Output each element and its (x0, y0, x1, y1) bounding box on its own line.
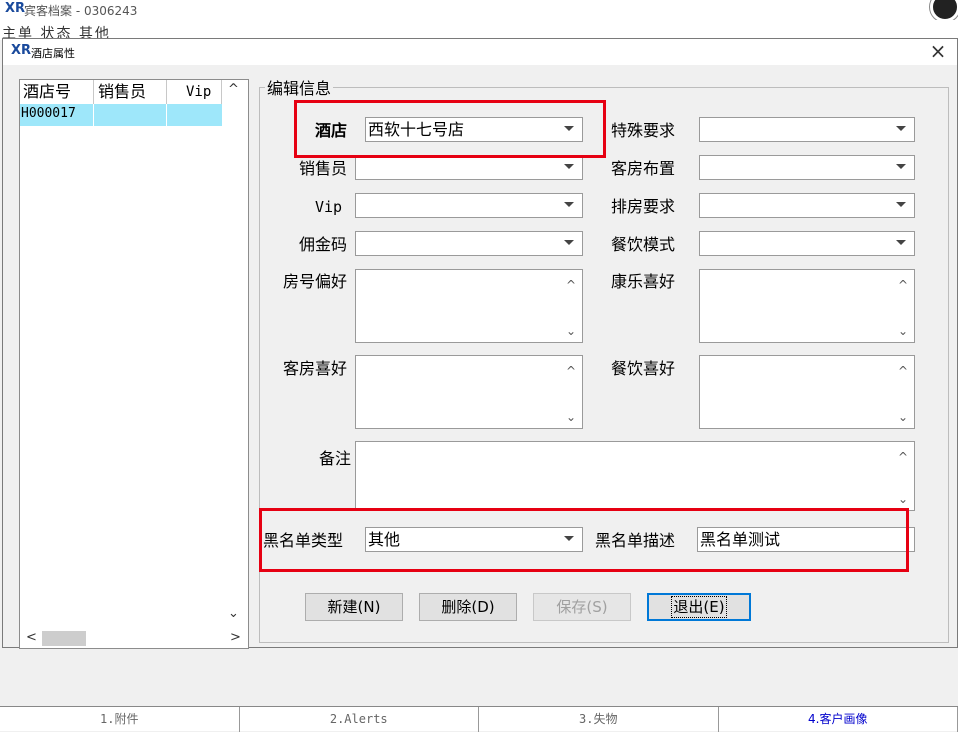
recreation-pref-label: 康乐喜好 (611, 272, 675, 292)
scroll-down-icon[interactable]: ⌄ (898, 410, 908, 424)
room-no-pref-memo[interactable]: ^ ⌄ (355, 269, 583, 343)
dining-mode-label: 餐饮模式 (611, 235, 675, 255)
dining-mode-select[interactable] (699, 231, 915, 256)
app-title: 宾客档案 - 0306243 (24, 2, 137, 19)
chevron-down-icon[interactable] (896, 164, 906, 169)
vertical-scrollbar[interactable]: ^ ⌄ (222, 80, 248, 625)
dialog-logo: XR (11, 43, 31, 58)
special-select[interactable] (699, 117, 915, 142)
close-icon[interactable]: × (928, 40, 948, 62)
room-pref-label: 客房喜好 (283, 359, 347, 379)
scroll-down-icon[interactable]: ⌄ (566, 410, 576, 424)
remark-memo[interactable]: ^ ⌄ (355, 441, 915, 511)
cell-hotel-no: H000017 (21, 106, 76, 121)
new-button[interactable]: 新建(N) (305, 593, 403, 621)
chevron-down-icon[interactable] (896, 126, 906, 131)
tab-alerts[interactable]: 2.Alerts (240, 707, 480, 732)
scroll-down-icon[interactable]: ⌄ (228, 606, 239, 621)
horizontal-scrollbar[interactable]: < > (20, 629, 248, 648)
scroll-thumb[interactable] (42, 631, 86, 646)
column-header-hotel-no[interactable]: 酒店号 (23, 80, 71, 104)
chevron-down-icon[interactable] (564, 202, 574, 207)
vip-select[interactable] (355, 193, 583, 218)
scroll-up-icon[interactable]: ^ (898, 450, 908, 464)
column-header-salesman[interactable]: 销售员 (98, 80, 146, 104)
annotation-box-blacklist (259, 508, 909, 572)
room-no-pref-label: 房号偏好 (283, 272, 347, 292)
dining-pref-label: 餐饮喜好 (611, 359, 675, 379)
commission-select[interactable] (355, 231, 583, 256)
scroll-up-icon[interactable]: ^ (898, 278, 908, 292)
room-layout-label: 客房布置 (611, 159, 675, 179)
cell-divider (93, 104, 94, 126)
chevron-down-icon[interactable] (564, 164, 574, 169)
scroll-down-icon[interactable]: ⌄ (566, 324, 576, 338)
delete-button[interactable]: 删除(D) (419, 593, 517, 621)
save-button[interactable]: 保存(S) (533, 593, 631, 621)
recreation-pref-memo[interactable]: ^ ⌄ (699, 269, 915, 343)
dining-pref-memo[interactable]: ^ ⌄ (699, 355, 915, 429)
app-logo: XR (5, 1, 25, 16)
bottom-tab-bar: 1.附件 2.Alerts 3.失物 4.客户画像 (0, 706, 958, 731)
room-layout-select[interactable] (699, 155, 915, 180)
scroll-up-icon[interactable]: ^ (228, 82, 239, 97)
group-legend: 编辑信息 (265, 75, 333, 99)
dialog-titlebar: XR 酒店属性 × (3, 39, 957, 65)
dialog-title: 酒店属性 (31, 45, 75, 61)
tab-customer-profile[interactable]: 4.客户画像 (719, 707, 958, 732)
scroll-left-icon[interactable]: < (26, 630, 37, 645)
chevron-down-icon[interactable] (564, 240, 574, 245)
remark-label: 备注 (319, 449, 351, 469)
commission-label: 佣金码 (299, 235, 347, 255)
column-header-vip[interactable]: Vip (186, 80, 211, 104)
scroll-up-icon[interactable]: ^ (566, 278, 576, 292)
room-arrange-label: 排房要求 (611, 197, 675, 217)
vip-label: Vip (315, 197, 342, 217)
room-arrange-select[interactable] (699, 193, 915, 218)
cell-divider (166, 104, 167, 126)
exit-button-label: 退出(E) (673, 598, 724, 616)
annotation-box-hotel (294, 100, 606, 158)
room-pref-memo[interactable]: ^ ⌄ (355, 355, 583, 429)
chevron-down-icon[interactable] (896, 202, 906, 207)
chevron-down-icon[interactable] (896, 240, 906, 245)
salesman-select[interactable] (355, 155, 583, 180)
scroll-up-icon[interactable]: ^ (566, 364, 576, 378)
scroll-down-icon[interactable]: ⌄ (898, 324, 908, 338)
exit-button[interactable]: 退出(E) (647, 593, 751, 621)
tab-attachments[interactable]: 1.附件 (0, 707, 240, 732)
salesman-label: 销售员 (299, 159, 347, 179)
special-label: 特殊要求 (611, 121, 675, 141)
scroll-down-icon[interactable]: ⌄ (898, 492, 908, 506)
scroll-right-icon[interactable]: > (230, 630, 241, 645)
hotel-list[interactable]: 酒店号 销售员 Vip H000017 ^ ⌄ < > (19, 79, 249, 649)
tab-lost-items[interactable]: 3.失物 (479, 707, 719, 732)
app-titlebar (0, 0, 958, 20)
scroll-up-icon[interactable]: ^ (898, 364, 908, 378)
app-menubar: 主单 状态 其他 (0, 20, 958, 40)
